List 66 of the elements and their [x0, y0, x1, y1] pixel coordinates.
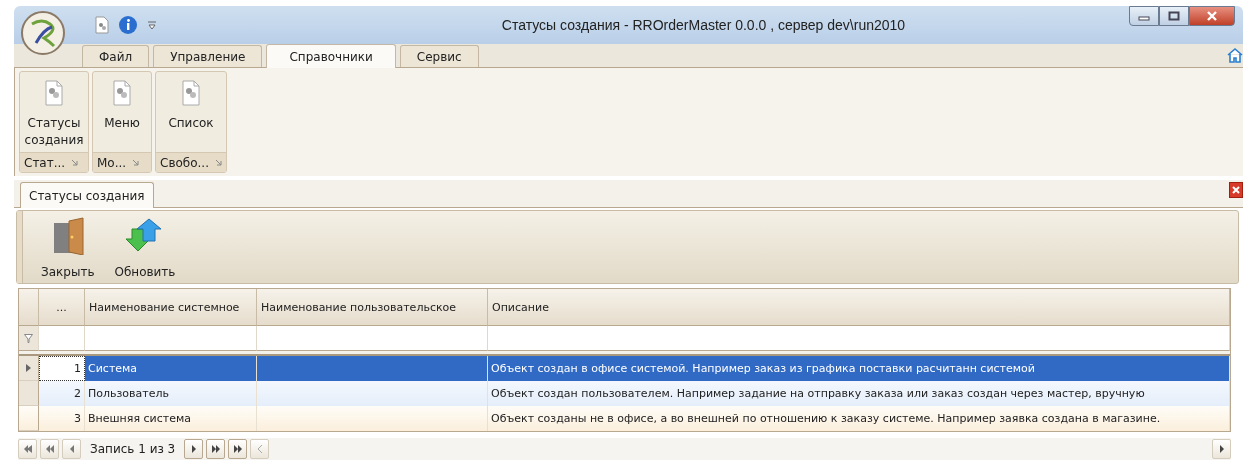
table-cell: Внешняя система [85, 406, 257, 431]
header-cell [19, 289, 39, 326]
filter-cell[interactable] [39, 326, 85, 351]
row-indicator[interactable] [19, 406, 39, 431]
ribbon-tab[interactable]: Сервис [399, 45, 479, 67]
group-caption: Мо... [97, 155, 127, 170]
last-record-button[interactable] [228, 439, 248, 459]
scroll-right-button[interactable] [1212, 439, 1231, 459]
arrow-icon [26, 364, 31, 372]
document-gear-icon [180, 80, 202, 107]
document-gear-icon [43, 80, 65, 107]
table-cell: 3 [39, 406, 85, 431]
next-page-button[interactable] [206, 439, 226, 459]
previous-page-icon [44, 444, 55, 454]
group-caption: Свобо... [160, 155, 209, 170]
table-cell: 1 [39, 356, 85, 381]
ribbon-button[interactable]: Список [156, 72, 226, 152]
toolbar-button[interactable]: Закрыть [39, 211, 97, 283]
table-cell: 2 [39, 381, 85, 406]
group-caption: Стат... [24, 155, 66, 170]
ribbon-tab[interactable]: Файл [82, 45, 150, 67]
row-indicator[interactable] [19, 356, 39, 381]
dialog-launcher-icon[interactable] [71, 159, 79, 166]
info-icon[interactable] [118, 15, 138, 35]
next-record-button[interactable] [184, 439, 204, 459]
document-gear-icon[interactable] [94, 16, 110, 34]
table-cell: Система [85, 356, 257, 381]
maximize-icon [1168, 11, 1180, 21]
column-header[interactable]: Наименование системное [85, 289, 257, 326]
column-header[interactable]: ... [39, 289, 85, 326]
first-record-icon [22, 444, 33, 454]
home-icon[interactable] [1227, 47, 1243, 63]
dropdown-icon[interactable] [146, 19, 158, 31]
close-button[interactable] [1189, 6, 1235, 26]
filter-cell[interactable] [257, 326, 488, 351]
ribbon-button[interactable]: Меню [93, 72, 151, 152]
previous-page-button[interactable] [40, 439, 59, 459]
table-cell: Объект создан в офисе системой. Например заказ из графика поставки расчитанн системой [488, 356, 1230, 381]
record-counter: Запись 1 из 3 [89, 442, 177, 456]
filter-cell[interactable] [85, 326, 257, 351]
filter-icon[interactable] [24, 333, 33, 343]
toolbar-button[interactable]: Обновить [112, 211, 178, 283]
next-page-icon [210, 444, 221, 454]
ribbon-tab[interactable]: Управление [153, 45, 263, 67]
ribbon-button[interactable]: Статусы создания [20, 72, 88, 152]
previous-record-button[interactable] [62, 439, 81, 459]
document-gear-icon [111, 80, 133, 107]
maximize-button[interactable] [1159, 6, 1189, 26]
window-title: Статусы создания - RROrderMaster 0.0.0 , сервер dev\run2010 [500, 17, 907, 33]
minimize-button[interactable] [1129, 6, 1159, 26]
table-cell: Пользователь [85, 381, 257, 406]
toolbar-grip[interactable] [17, 211, 23, 283]
dialog-launcher-icon[interactable] [215, 159, 222, 166]
column-header[interactable]: Наименование пользовательское [257, 289, 488, 326]
dialog-launcher-icon[interactable] [132, 159, 140, 166]
table-cell: Объект созданы не в офисе, а во внешней по отношению к заказу системе. Например заявка создана в магазине. [488, 406, 1230, 431]
last-record-icon [232, 444, 243, 454]
document-tab[interactable]: Статусы создания [20, 182, 154, 208]
filter-cell[interactable] [488, 326, 1230, 351]
table-cell: Объект создан пользователем. Например задание на отправку заказа или заказ создан через мастер, вручную [488, 381, 1230, 406]
close-tab-button[interactable] [1229, 182, 1243, 198]
close-icon [1232, 186, 1240, 194]
first-record-button[interactable] [18, 439, 37, 459]
close-icon [1206, 11, 1218, 21]
column-header[interactable]: Описание [488, 289, 1230, 326]
ribbon-tab[interactable]: Справочники [266, 44, 396, 68]
